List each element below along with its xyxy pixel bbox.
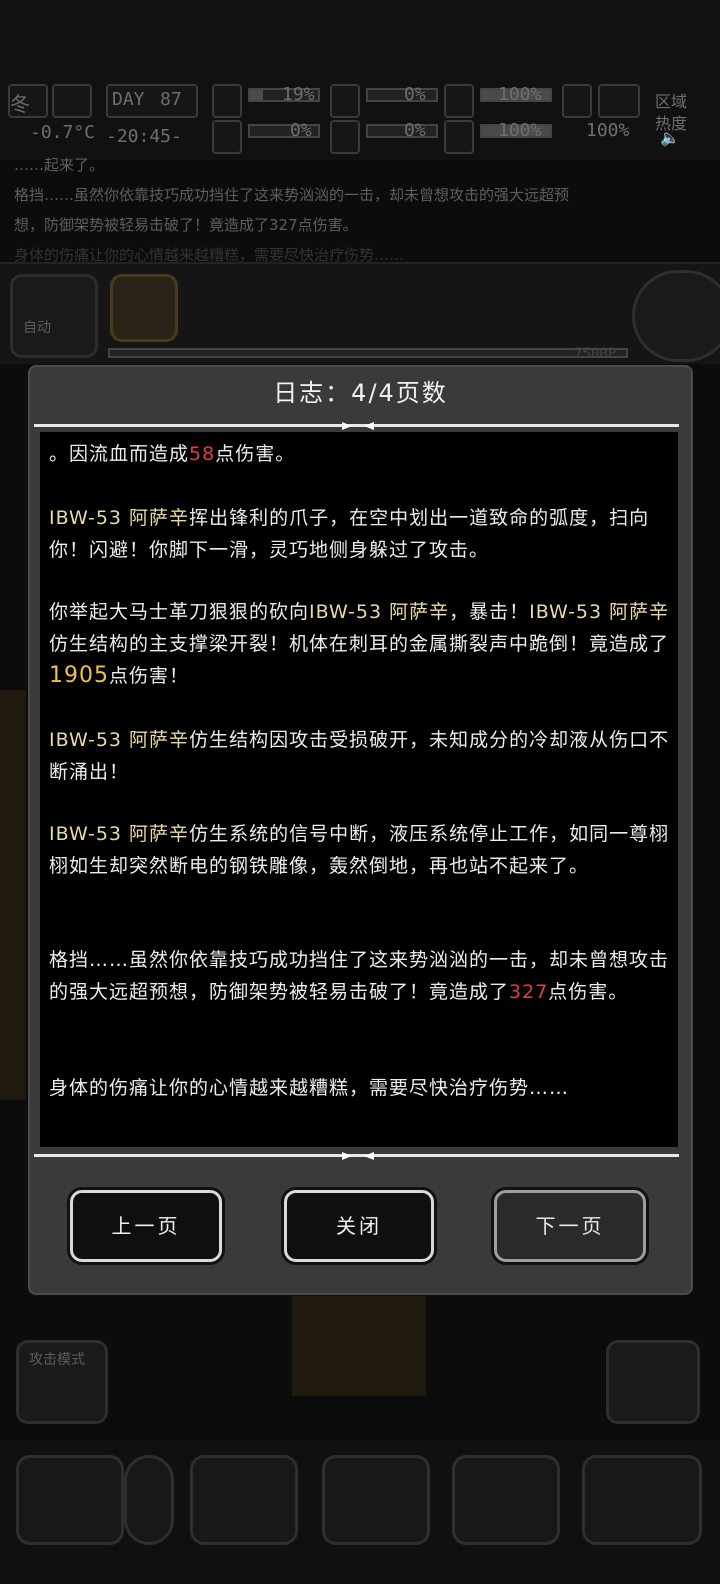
- food-value: 19%: [282, 84, 315, 105]
- attack-mode-button[interactable]: 攻击模式: [16, 1340, 108, 1424]
- clock: -20:45-: [106, 126, 182, 147]
- entry-text: 点伤害。: [215, 443, 296, 465]
- divider-arrows-icon: [342, 1152, 374, 1160]
- stomach-icon: [330, 84, 360, 118]
- money-label: 7500P: [574, 346, 617, 362]
- blood-value: 0%: [290, 120, 312, 141]
- chest-icon[interactable]: [190, 1455, 298, 1545]
- notes-icon[interactable]: [452, 1455, 560, 1545]
- next-arrow-button[interactable]: [632, 270, 720, 362]
- armor-icon: [444, 84, 474, 118]
- log-entry: 。因流血而造成58点伤害。: [49, 438, 674, 470]
- day-label: DAY: [112, 89, 145, 110]
- menu-icon[interactable]: [582, 1455, 702, 1545]
- food-icon: [212, 84, 242, 118]
- weapon-swap-icon[interactable]: [124, 1455, 174, 1545]
- bg-log-line: ……起来了。: [14, 156, 105, 174]
- enemy-name: IBW-53 阿萨辛: [309, 601, 450, 623]
- entry-text: 仿生结构的主支撑梁开裂！机体在刺耳的金属撕裂声中跪倒！竟造成了: [49, 633, 670, 655]
- boot-icon: [562, 84, 592, 118]
- auto-button[interactable]: 自动: [10, 274, 98, 358]
- close-button[interactable]: 关闭: [284, 1190, 434, 1262]
- temperature: -0.7°C: [30, 122, 96, 143]
- log-entry: 身体的伤痛让你的心情越来越糟糕，需要尽快治疗伤势……: [49, 1072, 674, 1104]
- entry-text: 你举起大马士革刀狠狠的砍向: [49, 601, 310, 623]
- divider-arrows-icon: [342, 422, 374, 430]
- bg-tile: [0, 690, 26, 1100]
- soldier-button[interactable]: [606, 1340, 700, 1424]
- auto-label: 自动: [23, 320, 51, 336]
- blood-icon: [212, 120, 242, 154]
- entry-text: ，暴击！: [449, 601, 530, 623]
- heart-value: 100%: [498, 120, 542, 141]
- stomach-bar: [366, 88, 438, 102]
- bg-log-line: 格挡……虽然你依靠技巧成功挡住了这来势汹汹的一击，却未曾想攻击的强大远超预: [14, 186, 570, 204]
- moon-icon: [52, 84, 92, 118]
- armor-value: 100%: [498, 84, 542, 105]
- enemy-name: IBW-53 阿萨辛: [49, 507, 190, 529]
- bg-log-line: 想，防御架势被轻易击破了！竟造成了327点伤害。: [14, 216, 358, 234]
- damage-value: 58: [189, 443, 216, 465]
- exp-bar: [108, 348, 628, 358]
- entry-text: 点伤害！: [109, 665, 190, 687]
- drop-bar: [366, 124, 438, 138]
- knife-icon[interactable]: [16, 1455, 124, 1545]
- drop-value: 0%: [404, 120, 426, 141]
- log-content[interactable]: 。因流血而造成58点伤害。 IBW-53 阿萨辛挥出锋利的爪子，在空中划出一道致…: [40, 432, 678, 1147]
- log-entry: IBW-53 阿萨辛挥出锋利的爪子，在空中划出一道致命的弧度，扫向你！闪避！你脚…: [49, 502, 674, 566]
- enemy-name: IBW-53 阿萨辛: [529, 601, 670, 623]
- log-entry: IBW-53 阿萨辛仿生结构因攻击受损破开，未知成分的冷却液从伤口不断涌出！: [49, 724, 674, 788]
- prev-page-button[interactable]: 上一页: [70, 1190, 222, 1262]
- stomach-value: 0%: [404, 84, 426, 105]
- flag-icon: [598, 84, 640, 118]
- character-portrait[interactable]: [110, 274, 178, 342]
- season-label: 冬: [10, 92, 30, 116]
- day-number: 87: [160, 89, 182, 110]
- area-label: 区域: [655, 92, 688, 111]
- heart-icon: [444, 120, 474, 154]
- dialog-title: 日志：4/4页数: [273, 379, 448, 407]
- attack-mode-label: 攻击模式: [29, 1352, 85, 1368]
- damage-value: 327: [509, 981, 549, 1003]
- next-page-button[interactable]: 下一页: [494, 1190, 646, 1262]
- bg-tile: [292, 1296, 426, 1396]
- speaker-icon[interactable]: 🔈: [660, 128, 680, 147]
- brain-icon[interactable]: [322, 1455, 430, 1545]
- status-hud: 冬 -0.7°C DAY 87 -20:45- 19% 0% 0% 0% 100…: [0, 0, 720, 160]
- log-entry: 你举起大马士革刀狠狠的砍向IBW-53 阿萨辛，暴击！IBW-53 阿萨辛仿生结…: [49, 596, 674, 692]
- entry-text: 点伤害。: [548, 981, 629, 1003]
- action-row: 自动 7500P: [0, 262, 720, 364]
- log-entry: IBW-53 阿萨辛仿生系统的信号中断，液压系统停止工作，如同一尊栩栩如生却突然…: [49, 818, 674, 882]
- entry-text: 身体的伤痛让你的心情越来越糟糕，需要尽快治疗伤势……: [49, 1077, 570, 1099]
- damage-value: 1905: [49, 663, 109, 688]
- log-entry: 格挡……虽然你依靠技巧成功挡住了这来势汹汹的一击，却未曾想攻击的强大远超预想，防…: [49, 944, 674, 1008]
- drop-icon: [330, 120, 360, 154]
- stamina-value: 100%: [586, 120, 630, 141]
- enemy-name: IBW-53 阿萨辛: [49, 729, 190, 751]
- entry-text: 。因流血而造成: [49, 443, 190, 465]
- enemy-name: IBW-53 阿萨辛: [49, 823, 190, 845]
